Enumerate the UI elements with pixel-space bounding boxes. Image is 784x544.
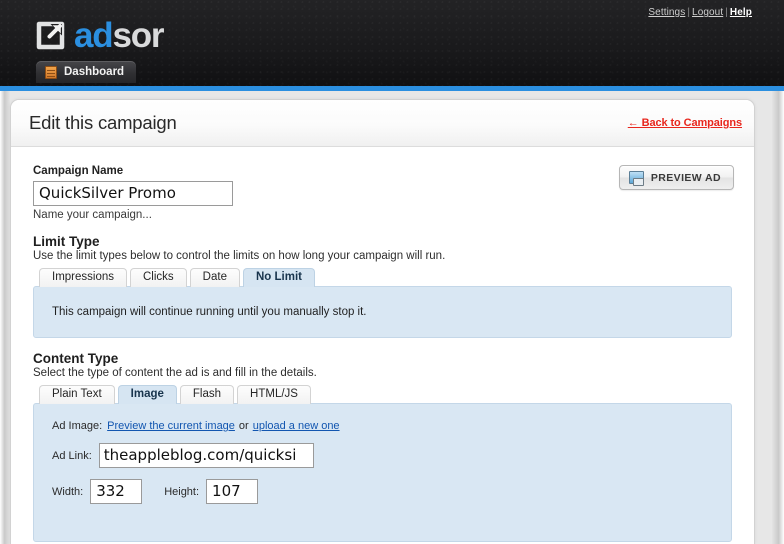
tab-impressions[interactable]: Impressions bbox=[39, 268, 127, 287]
ad-link-row: Ad Link: theappleblog.com/quicksi bbox=[52, 443, 713, 468]
tab-date[interactable]: Date bbox=[189, 268, 240, 287]
tab-flash[interactable]: Flash bbox=[179, 385, 235, 404]
logo-wordmark: adsor bbox=[74, 15, 165, 55]
tab-image[interactable]: Image bbox=[117, 385, 177, 404]
ad-link-label: Ad Link: bbox=[52, 449, 92, 462]
limit-type-panel-text: This campaign will continue running unti… bbox=[52, 306, 367, 318]
help-link[interactable]: Help bbox=[730, 7, 752, 18]
nav-tab-dashboard-label: Dashboard bbox=[64, 66, 125, 78]
logout-link[interactable]: Logout bbox=[692, 7, 723, 18]
page-title: Edit this campaign bbox=[29, 112, 177, 133]
content-type-tabs: Plain Text Image Flash HTML/JS bbox=[33, 385, 732, 404]
preview-current-image-link[interactable]: Preview the current image bbox=[107, 420, 235, 432]
left-page-edge bbox=[0, 91, 10, 544]
content-type-section: Content Type Select the type of content … bbox=[33, 351, 732, 542]
external-link-square-icon bbox=[36, 21, 65, 50]
card-header: Edit this campaign ← Back to Campaigns bbox=[11, 100, 754, 147]
limit-type-section: Limit Type Use the limit types below to … bbox=[33, 234, 732, 338]
width-label: Width: bbox=[52, 485, 84, 498]
preview-ad-button[interactable]: PREVIEW AD bbox=[618, 165, 734, 190]
tab-html-js[interactable]: HTML/JS bbox=[237, 385, 311, 404]
tab-no-limit[interactable]: No Limit bbox=[242, 268, 315, 287]
ad-image-label: Ad Image: bbox=[52, 420, 103, 432]
ad-link-input[interactable]: theappleblog.com/quicksi bbox=[98, 443, 314, 468]
server-list-icon bbox=[45, 65, 57, 79]
card-body: PREVIEW AD Campaign Name QuickSilver Pro… bbox=[11, 147, 754, 542]
limit-type-description: Use the limit types below to control the… bbox=[33, 250, 446, 262]
campaign-name-helper-text: Name your campaign... bbox=[33, 209, 152, 221]
logo-text-sor: sor bbox=[112, 15, 164, 55]
campaign-name-input[interactable]: QuickSilver Promo bbox=[33, 181, 233, 206]
settings-link[interactable]: Settings bbox=[648, 7, 685, 18]
account-nav: Settings | Logout | Help bbox=[648, 7, 752, 18]
content-type-description: Select the type of content the ad is and… bbox=[33, 367, 317, 379]
tab-plain-text[interactable]: Plain Text bbox=[39, 385, 115, 404]
dimensions-row: Width: 332 Height: 107 bbox=[52, 479, 713, 504]
content-type-title: Content Type bbox=[33, 351, 119, 366]
adsor-logo[interactable]: adsor bbox=[36, 13, 165, 57]
preview-ad-button-label: PREVIEW AD bbox=[650, 171, 721, 184]
limit-type-tabs: Impressions Clicks Date No Limit bbox=[33, 268, 732, 287]
width-input[interactable]: 332 bbox=[90, 479, 143, 504]
limit-type-title: Limit Type bbox=[33, 234, 100, 249]
tab-clicks[interactable]: Clicks bbox=[130, 268, 187, 287]
nav-separator-2: | bbox=[725, 7, 728, 18]
ad-image-row: Ad Image: Preview the current image or u… bbox=[52, 420, 713, 432]
page-canvas: Edit this campaign ← Back to Campaigns P… bbox=[0, 91, 784, 544]
content-card: Edit this campaign ← Back to Campaigns P… bbox=[10, 99, 755, 544]
limit-type-panel: This campaign will continue running unti… bbox=[33, 286, 732, 338]
height-label: Height: bbox=[164, 485, 200, 498]
back-to-campaigns-link[interactable]: ← Back to Campaigns bbox=[628, 117, 742, 129]
logo-text-ad: ad bbox=[74, 15, 114, 55]
top-header-bar: Settings | Logout | Help adsor Dashboard bbox=[0, 0, 784, 86]
right-page-edge bbox=[772, 91, 784, 544]
upload-new-image-link[interactable]: upload a new one bbox=[253, 420, 340, 432]
image-icon bbox=[628, 171, 644, 186]
content-type-panel: Ad Image: Preview the current image or u… bbox=[33, 403, 732, 542]
height-input[interactable]: 107 bbox=[206, 479, 259, 504]
ad-image-conjunction: or bbox=[238, 420, 249, 432]
nav-tab-dashboard[interactable]: Dashboard bbox=[36, 61, 137, 83]
